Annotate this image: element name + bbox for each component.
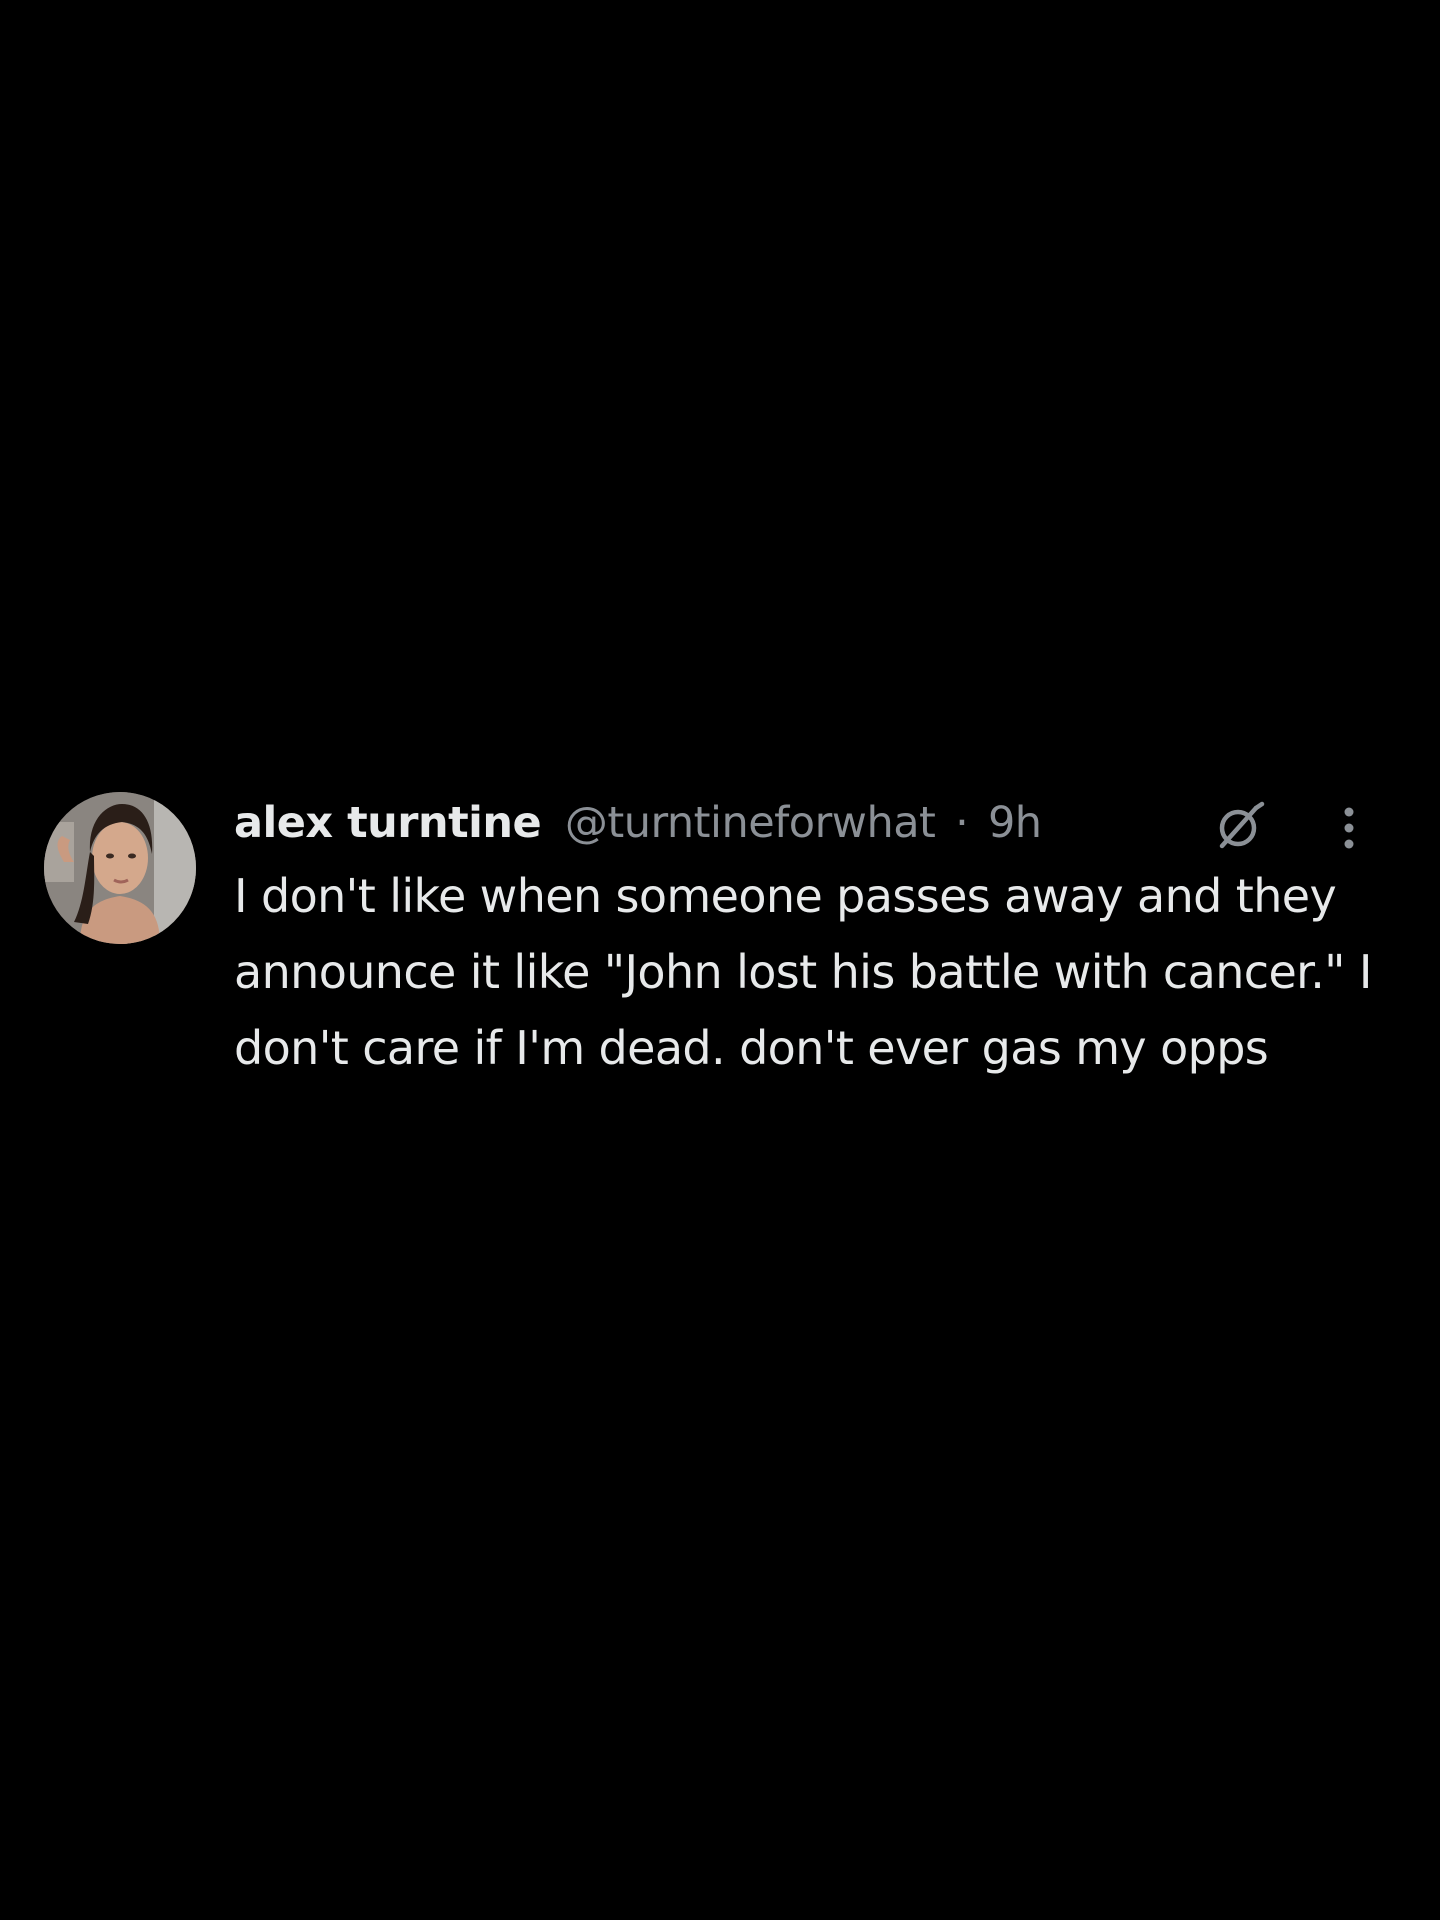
- grok-icon[interactable]: [1212, 798, 1268, 854]
- tweet[interactable]: alex turntine @turntineforwhat · 9h I do: [44, 792, 1404, 1152]
- display-name[interactable]: alex turntine: [234, 798, 542, 848]
- tweet-content: alex turntine @turntineforwhat · 9h I do: [234, 792, 1372, 1086]
- tweet-header: alex turntine @turntineforwhat · 9h: [234, 792, 1364, 854]
- profile-photo: [44, 792, 196, 944]
- more-options-icon[interactable]: [1334, 798, 1364, 858]
- timestamp[interactable]: 9h: [988, 798, 1042, 848]
- user-handle[interactable]: @turntineforwhat: [565, 798, 936, 848]
- tweet-text: I don't like when someone passes away an…: [234, 869, 1372, 1075]
- avatar[interactable]: [44, 792, 196, 944]
- separator-dot: ·: [955, 798, 969, 848]
